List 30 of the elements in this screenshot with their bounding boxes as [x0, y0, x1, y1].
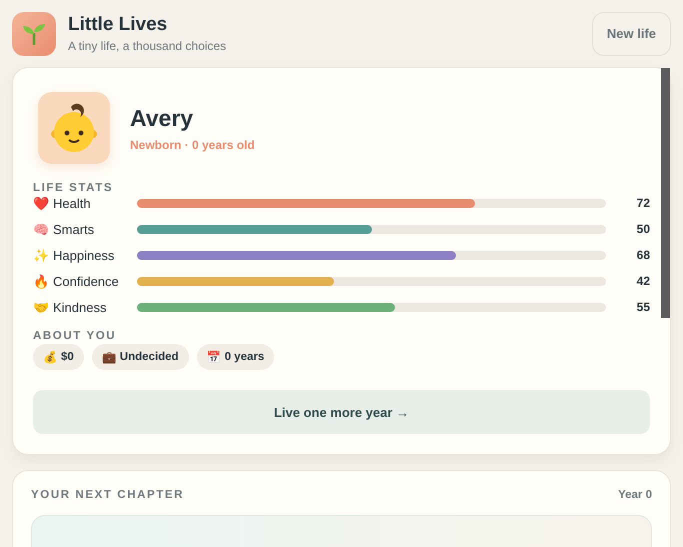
baby-face-icon — [51, 103, 97, 153]
new-life-button[interactable]: New life — [592, 12, 671, 56]
info-chip: 📅 0 years — [196, 344, 274, 370]
stat-label: Health — [53, 196, 91, 210]
section-heading: YOUR NEXT CHAPTER — [31, 489, 184, 501]
stat-label: Kindness — [53, 300, 106, 314]
info-chip: 💰 $0 — [33, 344, 84, 370]
character-status: Newborn · 0 years old — [130, 138, 255, 152]
app-subtitle: A tiny life, a thousand choices — [68, 39, 228, 53]
stat-value: 50 — [636, 222, 650, 236]
live-one-more-year-button[interactable]: Live one more year → — [33, 390, 650, 434]
stat-value: 42 — [636, 274, 650, 288]
section-heading: LIFE STATS — [33, 182, 114, 194]
info-chip: 💼 Undecided — [92, 344, 189, 370]
stat-icon: ❤ — [33, 196, 49, 210]
stat-icon: 🔥 — [33, 274, 49, 288]
stat-icon: 🧠 — [33, 222, 49, 236]
character-name: Avery — [130, 104, 194, 132]
stat-label: Confidence — [53, 274, 119, 288]
section-heading: ABOUT YOU — [33, 330, 118, 342]
stat-icon: ✨ — [33, 248, 49, 262]
stat-label: Happiness — [53, 248, 114, 262]
scrollbar[interactable] — [661, 68, 670, 318]
stat-value: 68 — [636, 248, 650, 262]
stat-label: Smarts — [53, 222, 94, 236]
app-title: Little Lives — [68, 14, 168, 36]
year-label: Year 0 — [618, 489, 652, 501]
stat-value: 72 — [636, 196, 650, 210]
stat-icon: 🤝 — [33, 300, 49, 314]
stat-value: 55 — [636, 300, 650, 314]
